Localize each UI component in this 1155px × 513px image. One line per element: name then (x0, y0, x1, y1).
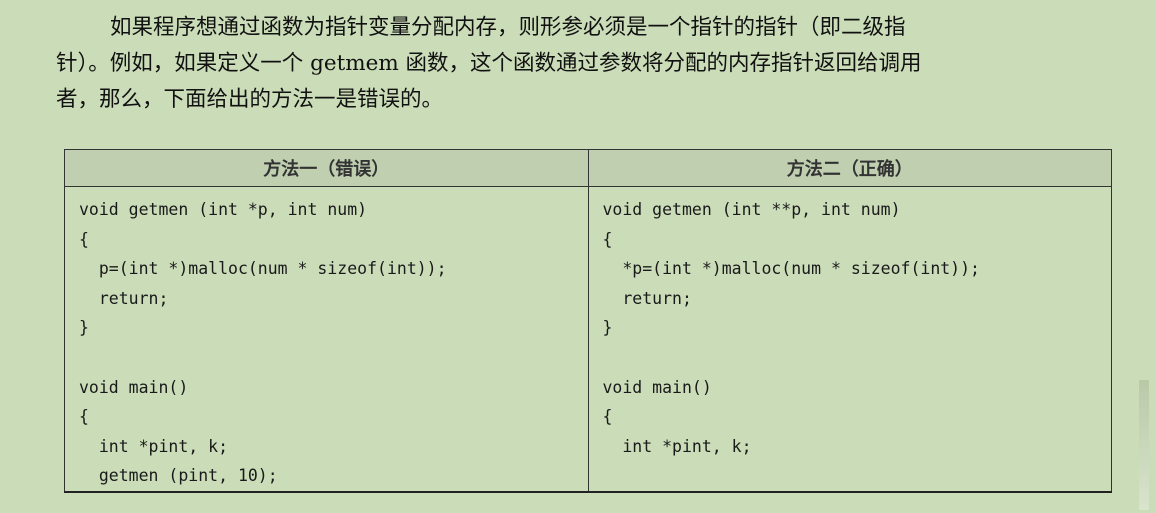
code-line: int *pint, k; (602, 436, 752, 456)
table-header-row: 方法一（错误） 方法二（正确） (64, 149, 1112, 187)
comparison-table: 方法一（错误） 方法二（正确） void getmen (int *p, int… (64, 149, 1112, 493)
code-line: return; (79, 288, 169, 308)
code-line: int *pint, k; (79, 436, 229, 456)
code-line: p=(int *)malloc(num * sizeof(int)); (79, 259, 447, 279)
code-line: { (602, 407, 613, 427)
code-line: void main() (79, 377, 189, 397)
paragraph-line: 如果程序想通过函数为指针变量分配内存，则形参必须是一个指针的指针（即二级指 (110, 15, 906, 40)
code-line: void main() (602, 377, 712, 397)
code-line: { (602, 229, 613, 249)
code-cell-method-two: void getmen (int **p, int num) { *p=(int… (587, 185, 1112, 493)
code-line: { (79, 407, 89, 427)
paragraph-line: 者，那么，下面给出的方法一是错误的。 (56, 87, 444, 112)
code-cell-method-one: void getmen (int *p, int num) { p=(int *… (64, 185, 589, 493)
intro-paragraph: 如果程序想通过函数为指针变量分配内存，则形参必须是一个指针的指针（即二级指 针）… (56, 10, 1116, 118)
code-line: } (602, 318, 613, 338)
code-line: return; (602, 288, 692, 308)
code-line: *p=(int *)malloc(num * sizeof(int)); (602, 259, 980, 279)
code-line: { (79, 229, 89, 249)
header-method-one: 方法一（错误） (64, 149, 589, 187)
code-line: void getmen (int **p, int num) (602, 200, 901, 219)
code-line: } (79, 318, 89, 338)
paragraph-line: 针）。例如，如果定义一个 getmem 函数，这个函数通过参数将分配的内存指针返… (56, 51, 922, 76)
header-method-two: 方法二（正确） (587, 149, 1112, 187)
code-line: getmen (pint, 10); (79, 466, 278, 486)
table-body-row: void getmen (int *p, int num) { p=(int *… (64, 185, 1112, 493)
page-edge-shadow (1139, 380, 1149, 510)
code-line: void getmen (int *p, int num) (79, 200, 368, 219)
